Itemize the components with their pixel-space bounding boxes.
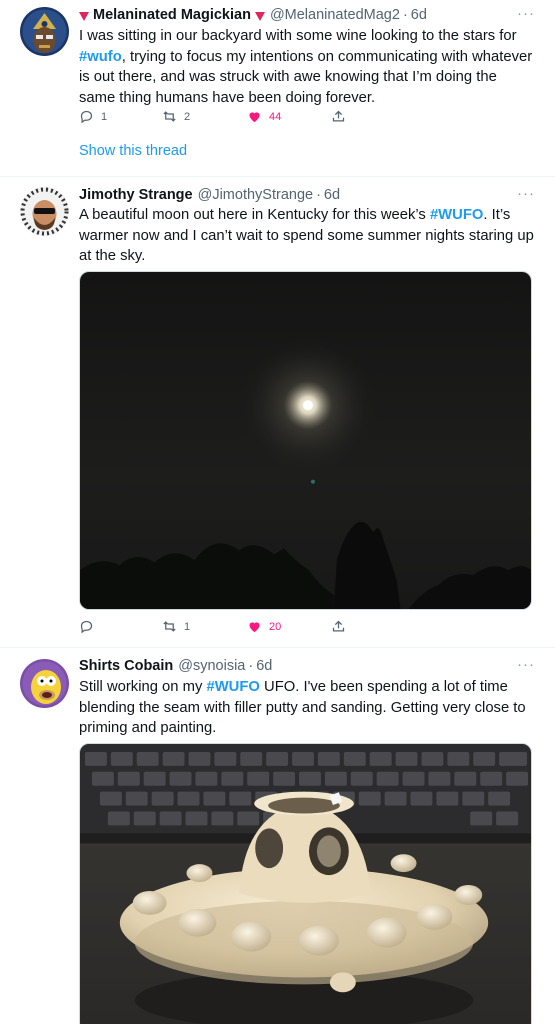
separator-dot: · <box>316 187 321 203</box>
tweet-header: Melaninated Magickian @MelaninatedMag2 ·… <box>79 5 535 25</box>
tweet-header: Jimothy Strange @JimothyStrange · 6d ··· <box>79 185 535 205</box>
display-name[interactable]: Shirts Cobain <box>79 658 173 674</box>
user-handle[interactable]: @synoisia <box>178 658 245 674</box>
separator-dot: · <box>402 7 408 23</box>
reply-icon <box>80 620 93 634</box>
hashtag-link[interactable]: #WUFO <box>206 679 259 695</box>
retweet-icon <box>163 111 176 122</box>
reply-icon <box>80 110 93 124</box>
retweet-count: 1 <box>184 620 191 633</box>
user-handle[interactable]: @JimothyStrange <box>198 187 313 203</box>
like-count: 20 <box>269 620 282 633</box>
ufo-model-photo[interactable] <box>79 743 532 1024</box>
timestamp[interactable]: 6d <box>256 658 272 674</box>
timestamp[interactable]: 6d <box>324 187 340 203</box>
tweet-text: A beautiful moon out here in Kentucky fo… <box>79 207 534 265</box>
avatar-jimothy-strange[interactable] <box>20 187 69 236</box>
tweet-actions: 1 2 44 <box>79 109 349 127</box>
tweet-2[interactable]: Jimothy Strange @JimothyStrange · 6d ···… <box>0 177 555 647</box>
like-button[interactable]: 44 <box>247 109 281 124</box>
display-name[interactable]: Melaninated Magickian <box>93 7 251 23</box>
user-handle[interactable]: @MelaninatedMag2 <box>270 7 400 23</box>
timestamp[interactable]: 6d <box>411 7 427 23</box>
retweet-button[interactable]: 1 <box>162 619 190 634</box>
more-icon[interactable]: ··· <box>517 185 535 202</box>
share-icon <box>332 110 345 122</box>
tweet-1[interactable]: Melaninated Magickian @MelaninatedMag2 ·… <box>0 0 555 176</box>
hashtag-link[interactable]: #wufo <box>79 49 122 65</box>
retweet-count: 2 <box>184 110 191 123</box>
share-button[interactable] <box>331 109 346 124</box>
reply-count: 1 <box>101 110 108 123</box>
tweet-header: Shirts Cobain @synoisia · 6d ··· <box>79 656 535 676</box>
red-triangle-icon <box>79 11 89 21</box>
reply-button[interactable]: 1 <box>79 109 107 124</box>
like-icon <box>249 622 260 633</box>
avatar-shirts-cobain[interactable] <box>20 659 69 708</box>
like-icon <box>249 112 260 123</box>
red-triangle-icon <box>254 11 265 21</box>
share-button[interactable] <box>331 619 346 634</box>
reply-button[interactable] <box>79 619 101 634</box>
avatar-melaninated-magickian[interactable] <box>20 7 69 56</box>
hashtag-link[interactable]: #WUFO <box>430 207 483 223</box>
tweet-text: I was sitting in our backyard with some … <box>79 28 533 106</box>
display-name[interactable]: Jimothy Strange <box>79 187 193 203</box>
more-icon[interactable]: ··· <box>517 5 535 22</box>
more-icon[interactable]: ··· <box>517 656 535 673</box>
retweet-icon <box>163 621 176 632</box>
tweet-actions: 1 20 <box>79 619 349 637</box>
tweet-text: Still working on my #WUFO UFO. I've been… <box>79 679 526 737</box>
share-icon <box>332 620 345 632</box>
tweet-3[interactable]: Shirts Cobain @synoisia · 6d ··· Still w… <box>0 648 555 1024</box>
separator-dot: · <box>248 658 254 674</box>
show-thread-link[interactable]: Show this thread <box>79 143 187 159</box>
like-button[interactable]: 20 <box>247 619 281 634</box>
retweet-button[interactable]: 2 <box>162 109 190 124</box>
moon-photo[interactable] <box>79 271 532 610</box>
like-count: 44 <box>269 110 282 123</box>
